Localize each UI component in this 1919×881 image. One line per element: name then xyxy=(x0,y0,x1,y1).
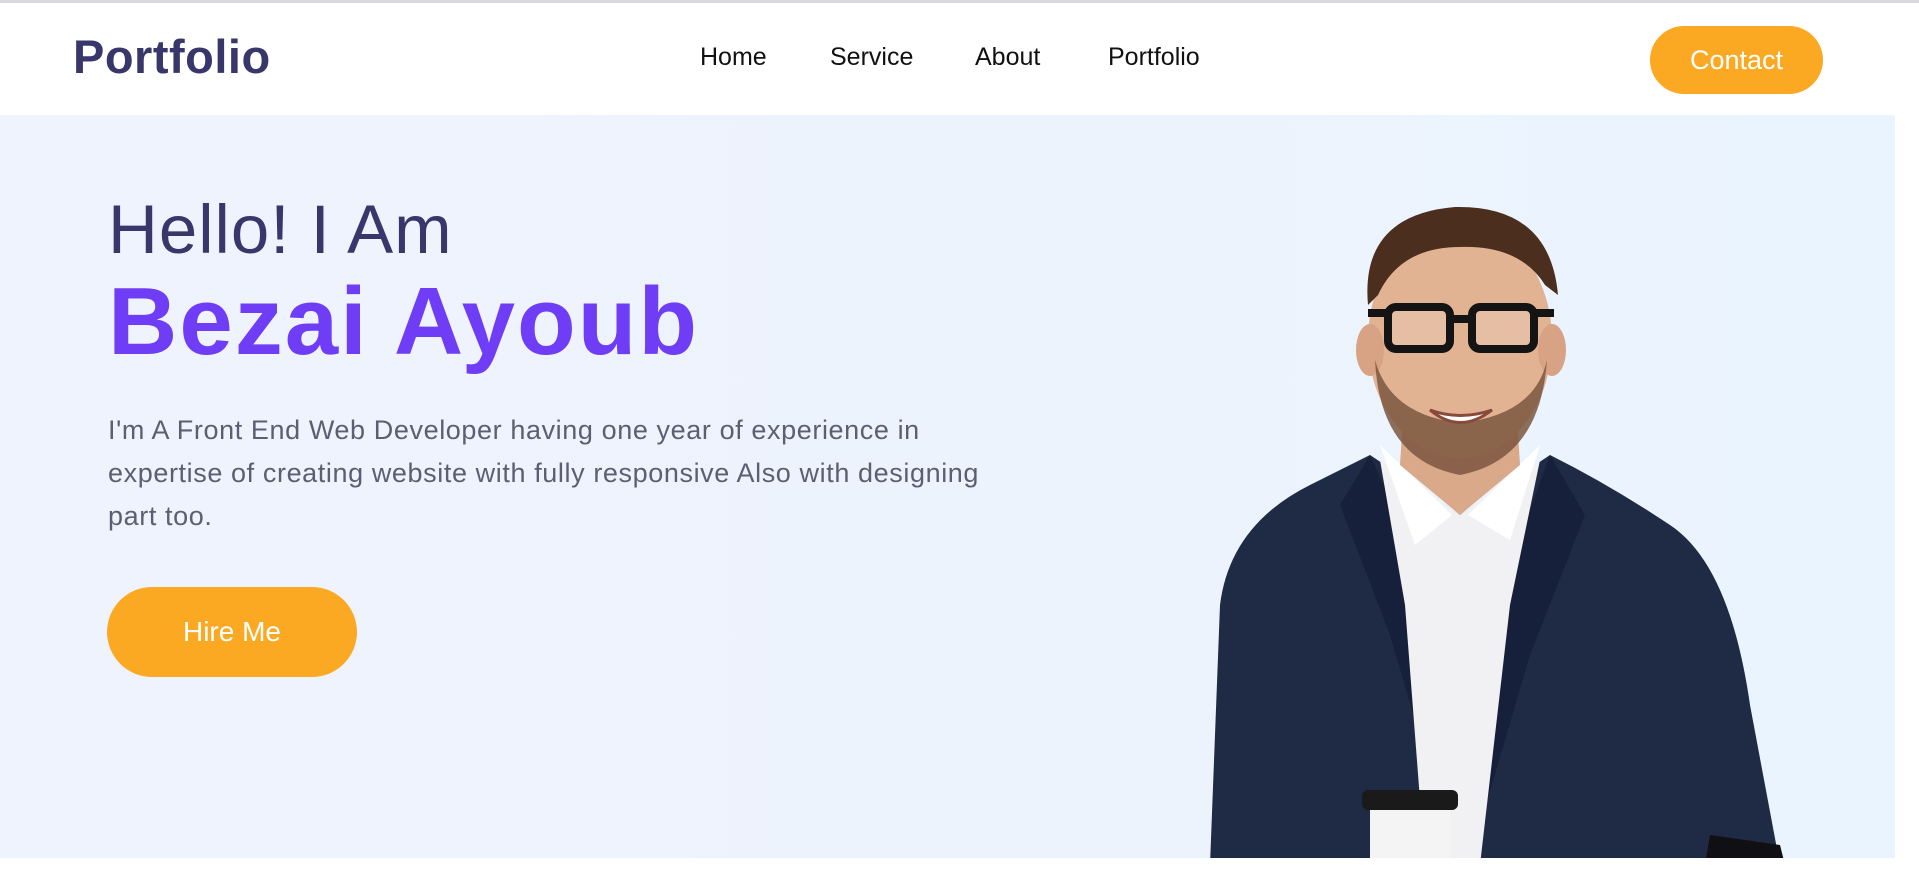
hero-name: Bezai Ayoub xyxy=(108,268,699,375)
nav-link-portfolio[interactable]: Portfolio xyxy=(1108,43,1228,72)
hire-me-button[interactable]: Hire Me xyxy=(107,587,357,677)
page-bottom xyxy=(0,858,1919,881)
hero-greeting: Hello! I Am xyxy=(108,191,453,268)
contact-button[interactable]: Contact xyxy=(1650,26,1823,94)
ear-left xyxy=(1356,324,1384,376)
navbar: Portfolio Home Service About Portfolio C… xyxy=(0,3,1919,115)
hero-bio: I'm A Front End Web Developer having one… xyxy=(108,415,980,531)
profile-photo xyxy=(1210,206,1784,858)
coffee-cup-icon xyxy=(1362,790,1458,858)
site-logo[interactable]: Portfolio xyxy=(73,29,271,84)
nav-link-about[interactable]: About xyxy=(975,43,1108,72)
ear-right xyxy=(1538,324,1566,376)
nav-link-home[interactable]: Home xyxy=(700,43,830,72)
hero-section: Hello! I Am Bezai Ayoub I'm A Front End … xyxy=(0,115,1895,858)
main-nav: Home Service About Portfolio xyxy=(700,43,1228,72)
nav-link-service[interactable]: Service xyxy=(830,43,975,72)
